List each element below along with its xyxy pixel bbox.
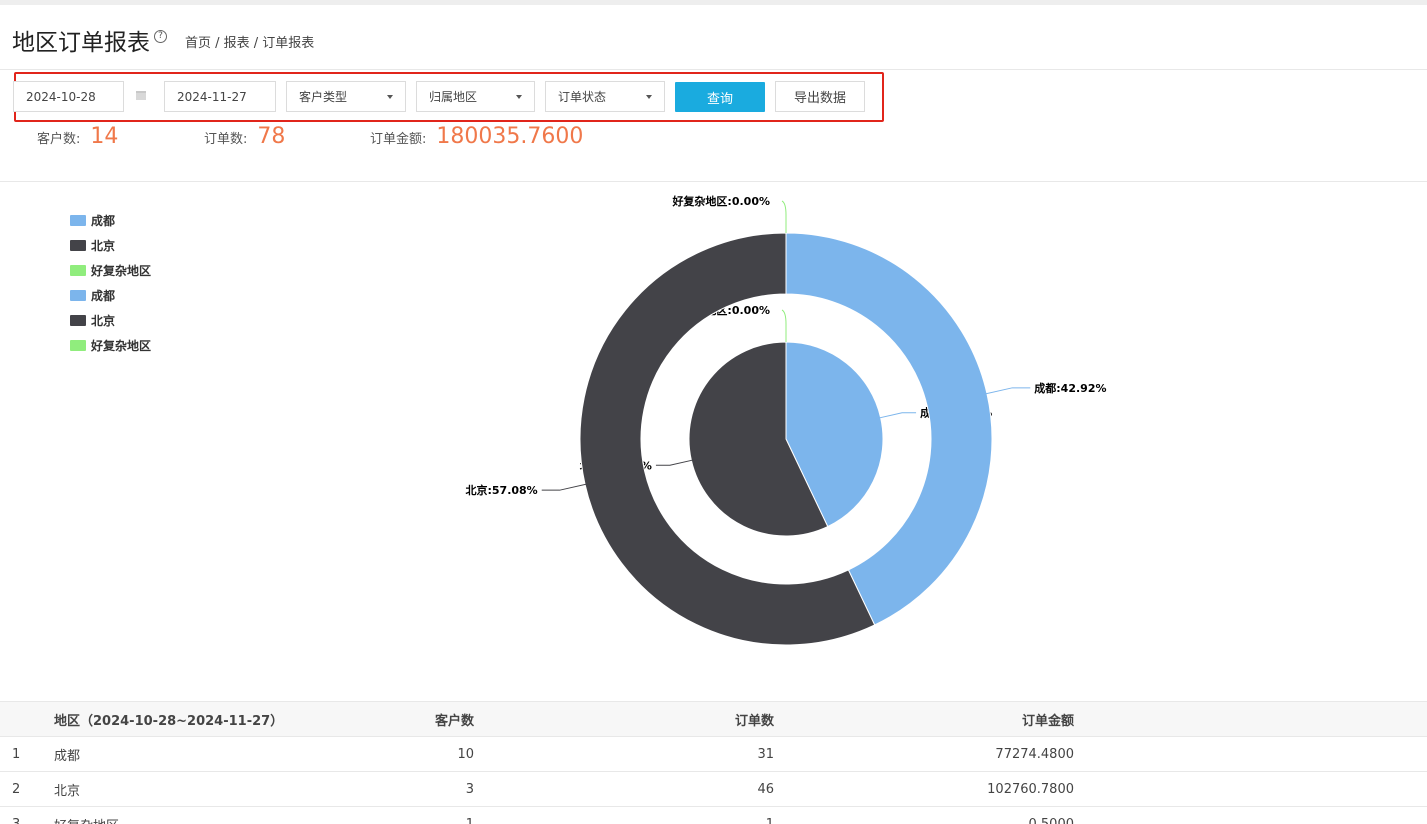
- customer-type-select[interactable]: 客户类型: [286, 81, 406, 112]
- pie-connector: [781, 309, 787, 342]
- header-amount[interactable]: 订单金额: [960, 702, 1074, 736]
- help-icon[interactable]: ?: [154, 29, 167, 43]
- region-select[interactable]: 归属地区: [416, 81, 535, 112]
- row-customers: 1: [465, 816, 474, 824]
- row-amount: 0.5000: [1028, 816, 1075, 824]
- query-button[interactable]: 查询: [675, 82, 765, 112]
- chevron-down-icon: [387, 95, 393, 99]
- pie-connector: [655, 458, 698, 466]
- page-title: 地区订单报表: [12, 30, 150, 56]
- top-strip: [0, 0, 1427, 5]
- stat-amount-label: 订单金额:: [370, 132, 427, 147]
- breadcrumb[interactable]: 首页 / 报表 / 订单报表: [185, 32, 314, 51]
- table-row: 2 北京 3 46 102760.7800: [0, 772, 1427, 807]
- chevron-down-icon: [516, 95, 522, 99]
- export-data-button[interactable]: 导出数据: [775, 81, 865, 112]
- calendar-icon[interactable]: [136, 91, 146, 100]
- row-region: 好复杂地区: [54, 807, 119, 824]
- table-row: 1 成都 10 31 77274.4800: [0, 737, 1427, 772]
- page-header: 地区订单报表 ? 首页 / 报表 / 订单报表: [12, 24, 314, 56]
- row-amount: 77274.4800: [995, 746, 1074, 762]
- stat-customers-label: 客户数:: [37, 132, 81, 147]
- row-orders: 1: [765, 816, 774, 824]
- row-region: 北京: [54, 783, 81, 799]
- pie-data-label: 好复杂地区:0.00%: [671, 194, 770, 208]
- row-orders: 31: [757, 746, 774, 762]
- order-status-select[interactable]: 订单状态: [545, 81, 665, 112]
- stat-amount-value: 180035.7600: [436, 124, 584, 149]
- pie-data-label: 北京:57.08%: [465, 483, 537, 497]
- stat-customers: 客户数: 14: [37, 124, 118, 149]
- table-row: 3 好复杂地区 1 1 0.5000: [0, 807, 1427, 824]
- chevron-down-icon: [646, 95, 652, 99]
- pie-connector: [781, 200, 787, 233]
- end-date-input[interactable]: 2024-11-27: [164, 81, 276, 112]
- header-customers[interactable]: 客户数: [380, 702, 474, 736]
- pie-data-label: 成都:42.92%: [1034, 381, 1106, 395]
- pie-connector: [541, 482, 592, 491]
- row-region: 成都: [54, 748, 81, 764]
- start-date-input[interactable]: 2024-10-28: [13, 81, 124, 112]
- table-header-row: 地区（2024-10-28~2024-11-27） 客户数 订单数 订单金额: [0, 701, 1427, 737]
- pie-connector: [874, 412, 917, 420]
- row-customers: 3: [465, 781, 474, 797]
- row-orders: 46: [757, 781, 774, 797]
- row-customers: 10: [457, 746, 474, 762]
- row-index: 2: [12, 781, 21, 797]
- stat-orders: 订单数: 78: [204, 124, 285, 149]
- stat-orders-value: 78: [257, 124, 286, 149]
- row-amount: 102760.7800: [987, 781, 1074, 797]
- row-index: 1: [12, 746, 21, 762]
- header-orders[interactable]: 订单数: [680, 702, 774, 736]
- customer-type-value: 客户类型: [299, 90, 348, 104]
- start-date-value: 2024-10-28: [26, 89, 96, 104]
- pie-chart: 成都:42.92%北京:57.08%好复杂地区:0.00%成都:42.92%北京…: [464, 193, 1108, 646]
- pie-connector: [980, 387, 1031, 396]
- row-index: 3: [12, 816, 21, 824]
- stat-orders-label: 订单数:: [204, 132, 248, 147]
- end-date-value: 2024-11-27: [177, 89, 247, 104]
- stat-customers-value: 14: [90, 124, 119, 149]
- stat-amount: 订单金额: 180035.7600: [370, 124, 583, 149]
- region-table: 地区（2024-10-28~2024-11-27） 客户数 订单数 订单金额 1…: [0, 701, 1427, 824]
- order-status-value: 订单状态: [558, 90, 607, 104]
- header-divider: [0, 69, 1427, 70]
- header-region[interactable]: 地区（2024-10-28~2024-11-27）: [54, 702, 283, 736]
- region-value: 归属地区: [429, 90, 478, 104]
